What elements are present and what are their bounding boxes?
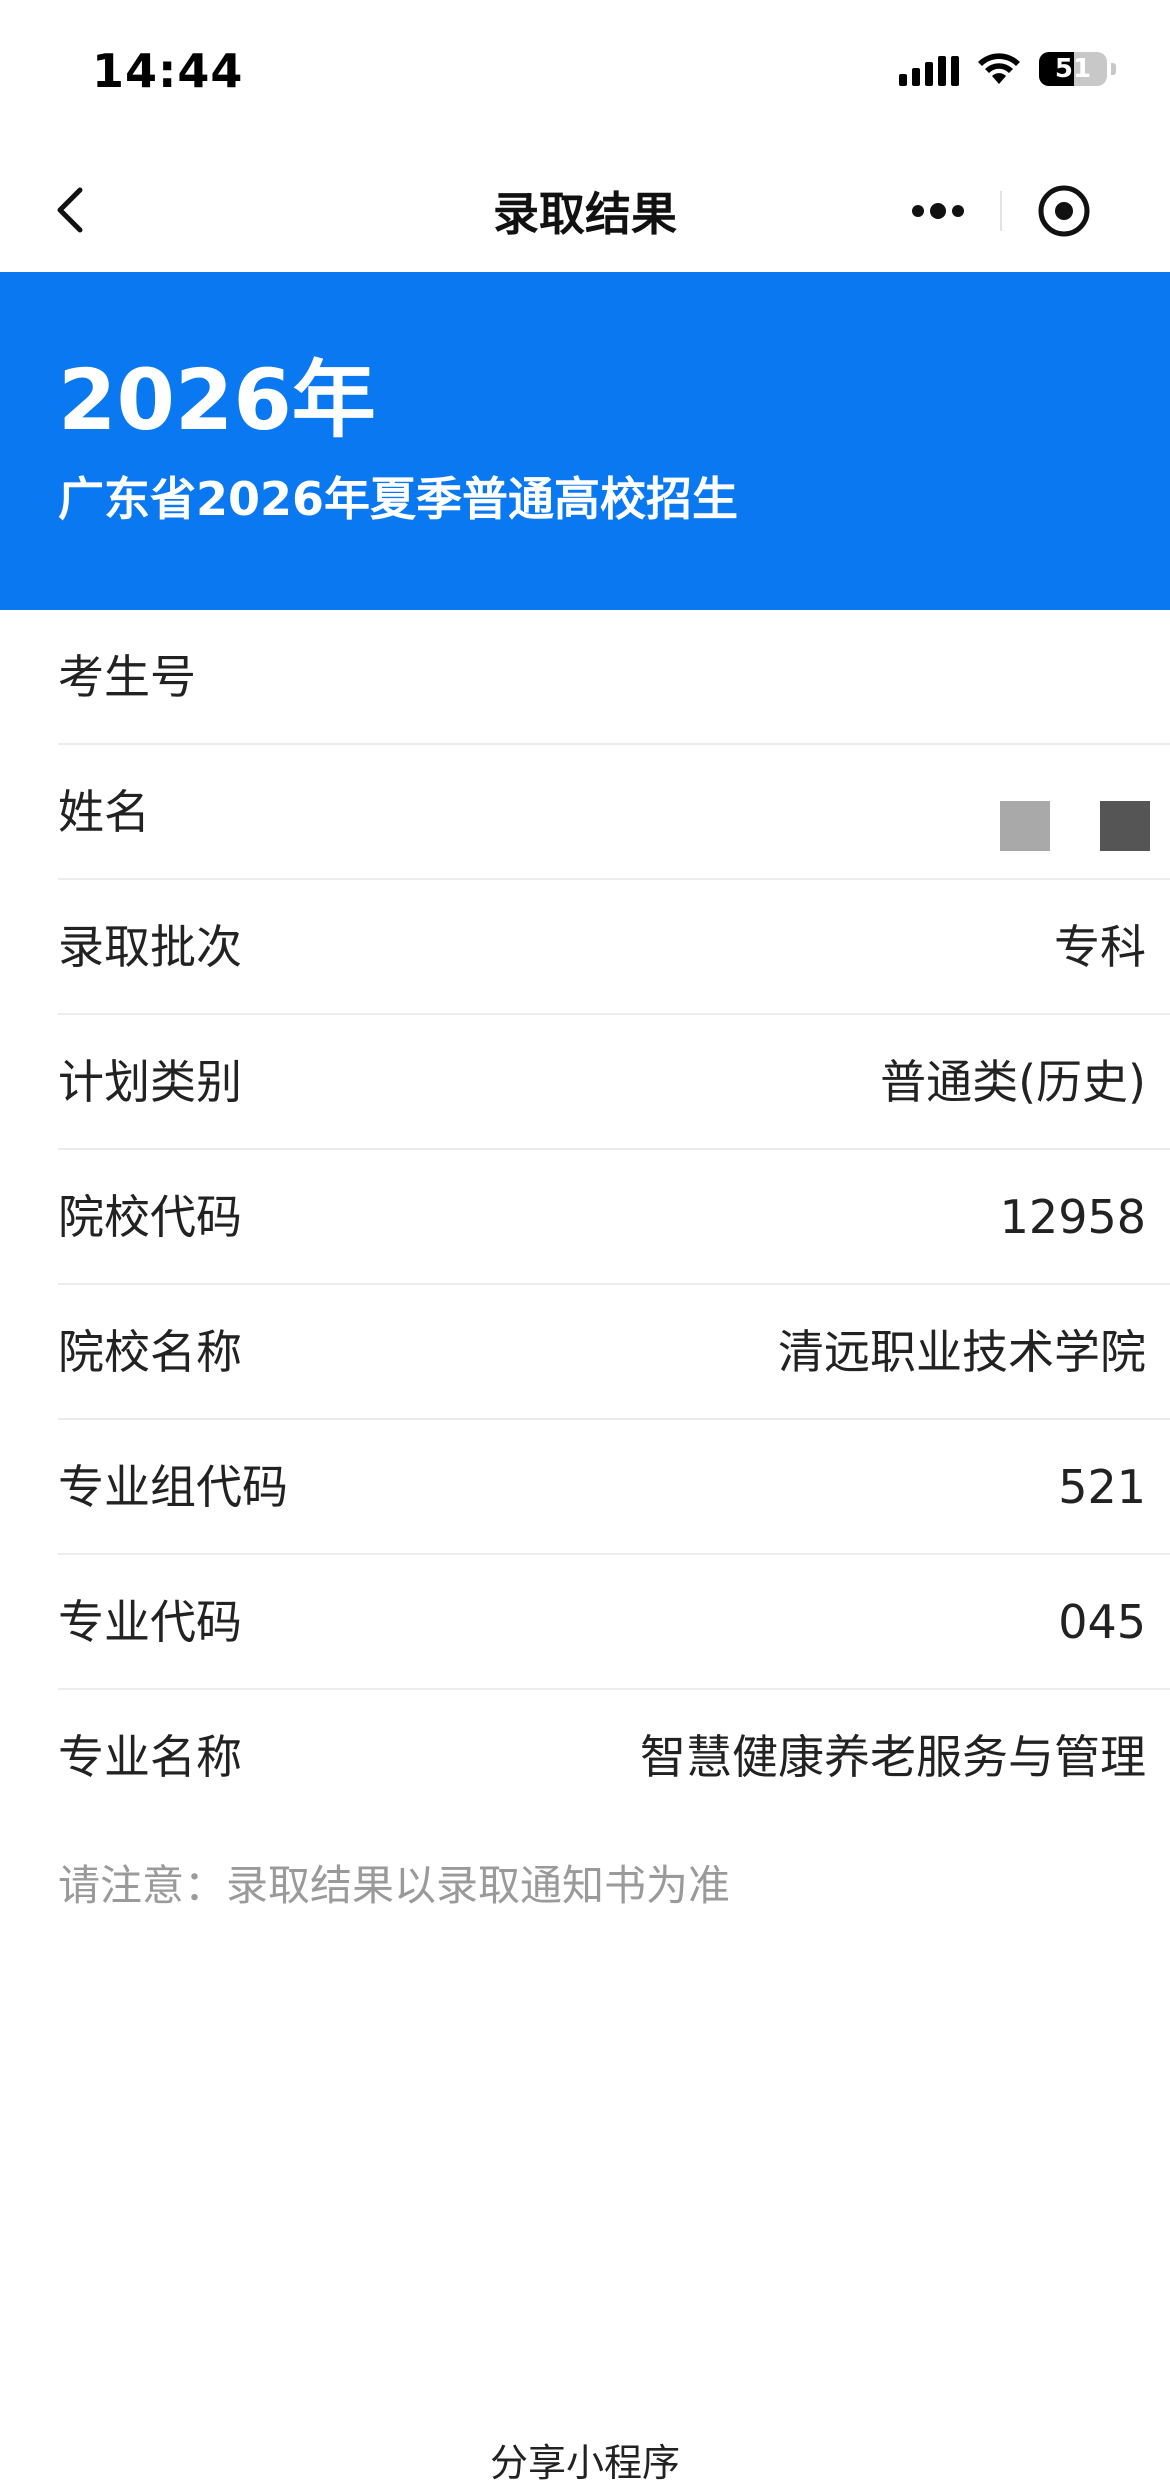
wifi-icon xyxy=(977,52,1021,86)
redaction-block xyxy=(1100,801,1150,851)
row-major-group-code: 专业组代码 521 xyxy=(58,1420,1170,1555)
share-mini-program-button[interactable]: 分享小程序 xyxy=(0,2432,1170,2487)
status-time: 14:44 xyxy=(92,44,244,98)
row-value: 12958 xyxy=(999,1190,1146,1244)
row-value: 专科 xyxy=(1054,920,1146,974)
row-label: 院校名称 xyxy=(58,1325,242,1379)
banner-subtitle: 广东省2026年夏季普通高校招生 xyxy=(58,472,739,526)
row-batch: 录取批次 专科 xyxy=(58,880,1170,1015)
more-icon[interactable] xyxy=(876,178,1000,244)
signal-icon xyxy=(899,52,959,86)
row-label: 院校代码 xyxy=(58,1190,242,1244)
battery-cap xyxy=(1111,63,1116,75)
row-label: 考生号 xyxy=(58,650,196,704)
banner: 2026年 广东省2026年夏季普通高校招生 xyxy=(0,272,1170,610)
row-value: 521 xyxy=(1058,1460,1146,1514)
row-label: 计划类别 xyxy=(58,1055,242,1109)
row-school-name: 院校名称 清远职业技术学院 xyxy=(58,1285,1170,1420)
row-value: 清远职业技术学院 xyxy=(778,1325,1146,1379)
notice-text: 请注意：录取结果以录取通知书为准 xyxy=(58,1861,731,1910)
row-label: 姓名 xyxy=(58,785,150,839)
row-value: 智慧健康养老服务与管理 xyxy=(640,1730,1146,1784)
battery-level: 51 xyxy=(1054,54,1092,84)
row-plan-category: 计划类别 普通类(历史) xyxy=(58,1015,1170,1150)
nav-bar: 录取结果 xyxy=(0,150,1170,272)
close-target-icon[interactable] xyxy=(1002,178,1126,244)
row-label: 专业名称 xyxy=(58,1730,242,1784)
battery-icon: 51 xyxy=(1039,52,1107,86)
capsule-menu xyxy=(876,178,1126,244)
redaction-block xyxy=(1000,801,1050,851)
row-school-code: 院校代码 12958 xyxy=(58,1150,1170,1285)
row-major-code: 专业代码 045 xyxy=(58,1555,1170,1690)
row-major-name: 专业名称 智慧健康养老服务与管理 xyxy=(58,1690,1170,1825)
status-bar: 14:44 51 xyxy=(0,0,1170,150)
row-label: 专业组代码 xyxy=(58,1460,288,1514)
row-value: 普通类(历史) xyxy=(880,1055,1146,1109)
row-label: 专业代码 xyxy=(58,1595,242,1649)
admission-info-list: 考生号 姓名 录取批次 专科 计划类别 普通类(历史) 院校代码 12958 院… xyxy=(0,610,1170,1825)
status-icons: 51 xyxy=(899,52,1116,86)
row-value: 045 xyxy=(1058,1595,1146,1649)
banner-year: 2026年 xyxy=(58,351,376,449)
row-candidate-number: 考生号 xyxy=(58,610,1170,745)
row-name: 姓名 xyxy=(58,745,1170,880)
row-label: 录取批次 xyxy=(58,920,242,974)
